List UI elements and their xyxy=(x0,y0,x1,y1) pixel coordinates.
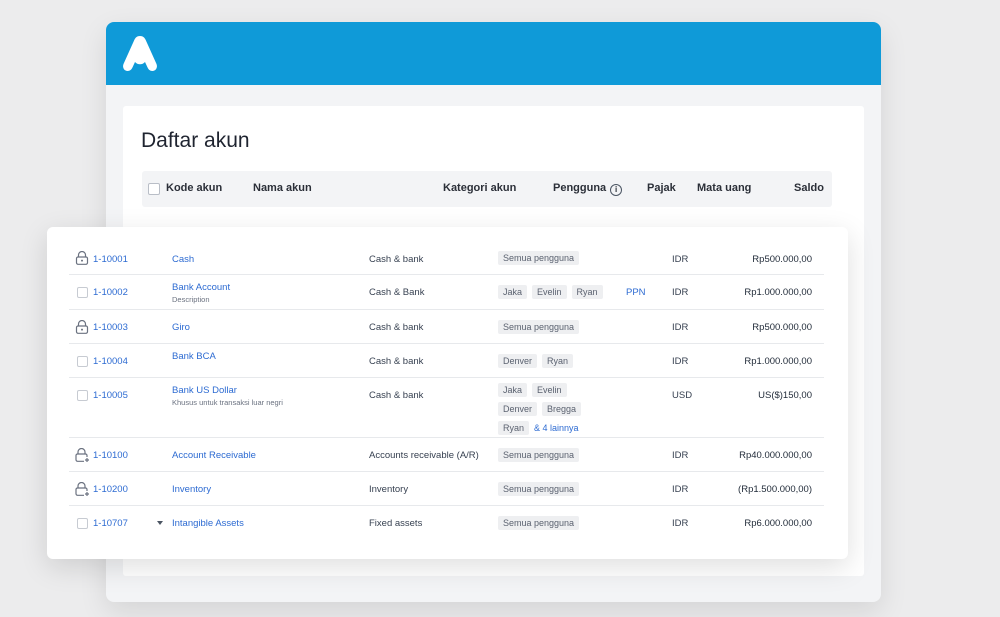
account-name[interactable]: Account Receivable xyxy=(172,450,256,461)
lock-plus-icon xyxy=(75,448,89,462)
user-tag: Semua pengguna xyxy=(498,516,580,530)
select-all-checkbox[interactable] xyxy=(148,183,160,195)
row-checkbox[interactable] xyxy=(77,518,88,529)
account-name[interactable]: Giro xyxy=(172,322,190,333)
account-name[interactable]: Cash xyxy=(172,254,194,265)
account-code[interactable]: 1-10005 xyxy=(93,390,128,401)
table-row[interactable]: 1-10200 Inventory Inventory Semua penggu… xyxy=(69,472,824,506)
accounts-table: 1-10001 Cash Cash & bank Semua pengguna … xyxy=(47,227,848,559)
account-tax[interactable]: PPN xyxy=(626,287,646,298)
account-currency: IDR xyxy=(672,518,689,529)
a-logo-icon[interactable] xyxy=(122,35,158,73)
account-category: Cash & bank xyxy=(369,254,424,265)
header-users-label: Pengguna xyxy=(553,182,607,194)
account-currency: IDR xyxy=(672,356,689,367)
account-code[interactable]: 1-10707 xyxy=(93,518,128,529)
table-row[interactable]: 1-10003 Giro Cash & bank Semua pengguna … xyxy=(69,310,824,344)
user-tag: Ryan xyxy=(498,421,530,435)
account-description: Khusus untuk transaksi luar negri xyxy=(172,398,283,407)
table-row[interactable]: 1-10002 Bank Account Description Cash & … xyxy=(69,275,824,310)
table-row[interactable]: 1-10004 Bank BCA Cash & bank Denver Ryan … xyxy=(69,344,824,378)
account-currency: IDR xyxy=(672,254,689,265)
account-category: Cash & Bank xyxy=(369,287,425,298)
user-tag: Bregga xyxy=(542,402,582,416)
account-balance: Rp500.000,00 xyxy=(752,322,812,333)
account-code[interactable]: 1-10200 xyxy=(93,484,128,495)
account-code[interactable]: 1-10003 xyxy=(93,322,128,333)
user-tag: Semua pengguna xyxy=(498,320,580,334)
user-tag: Ryan xyxy=(542,354,574,368)
row-checkbox[interactable] xyxy=(77,287,88,298)
account-category: Cash & bank xyxy=(369,322,424,333)
account-category: Cash & bank xyxy=(369,356,424,367)
table-row[interactable]: 1-10100 Account Receivable Accounts rece… xyxy=(69,438,824,472)
account-currency: USD xyxy=(672,390,693,401)
user-tags: Semua pengguna xyxy=(498,448,658,467)
account-category: Fixed assets xyxy=(369,518,423,529)
header-code[interactable]: Kode akun xyxy=(166,182,222,194)
account-description: Description xyxy=(172,295,210,304)
user-tags: Semua pengguna xyxy=(498,482,658,501)
row-checkbox[interactable] xyxy=(77,356,88,367)
user-tag: Semua pengguna xyxy=(498,482,580,496)
lock-icon xyxy=(75,320,89,334)
more-users-link[interactable]: & 4 lainnya xyxy=(534,423,579,433)
user-tag: Semua pengguna xyxy=(498,448,580,462)
account-balance: Rp1.000.000,00 xyxy=(744,356,812,367)
user-tags: Jaka Evelin Denver Bregga Ryan & 4 lainnya xyxy=(498,383,658,440)
header-balance[interactable]: Saldo xyxy=(794,182,824,194)
account-balance: Rp6.000.000,00 xyxy=(744,518,812,529)
user-tags: Semua pengguna xyxy=(498,320,658,339)
header-users[interactable]: Pengguna i xyxy=(553,182,623,196)
account-category: Accounts receivable (A/R) xyxy=(369,450,479,461)
header-name[interactable]: Nama akun xyxy=(253,182,312,194)
lock-icon xyxy=(75,251,89,265)
user-tag: Denver xyxy=(498,354,538,368)
account-code[interactable]: 1-10002 xyxy=(93,287,128,298)
user-tags: Denver Ryan xyxy=(498,354,658,373)
account-balance: US($)150,00 xyxy=(758,390,812,401)
account-code[interactable]: 1-10001 xyxy=(93,254,128,265)
account-currency: IDR xyxy=(672,322,689,333)
user-tags: Semua pengguna xyxy=(498,516,658,535)
user-tag: Semua pengguna xyxy=(498,251,580,265)
account-currency: IDR xyxy=(672,450,689,461)
info-icon[interactable]: i xyxy=(610,184,623,196)
account-balance: Rp1.000.000,00 xyxy=(744,287,812,298)
account-name[interactable]: Inventory xyxy=(172,484,211,495)
account-balance: Rp40.000.000,00 xyxy=(739,450,812,461)
account-name[interactable]: Intangible Assets xyxy=(172,518,244,529)
account-name[interactable]: Bank US Dollar xyxy=(172,385,237,396)
user-tag: Evelin xyxy=(532,285,567,299)
header-currency[interactable]: Mata uang xyxy=(697,182,751,194)
account-category: Inventory xyxy=(369,484,409,495)
account-balance: (Rp1.500.000,00) xyxy=(738,484,812,495)
row-checkbox[interactable] xyxy=(77,390,88,401)
user-tags: Semua pengguna xyxy=(498,251,658,270)
header-category[interactable]: Kategori akun xyxy=(443,182,516,194)
account-balance: Rp500.000,00 xyxy=(752,254,812,265)
table-row[interactable]: 1-10005 Bank US Dollar Khusus untuk tran… xyxy=(69,378,824,438)
account-name[interactable]: Bank Account xyxy=(172,282,230,293)
table-row[interactable]: 1-10707 Intangible Assets Fixed assets S… xyxy=(69,506,824,540)
header-tax[interactable]: Pajak xyxy=(647,182,676,194)
table-row[interactable]: 1-10001 Cash Cash & bank Semua pengguna … xyxy=(69,241,824,275)
table-header: Kode akun Nama akun Kategori akun Penggu… xyxy=(142,171,832,207)
page-title: Daftar akun xyxy=(141,129,250,152)
lock-plus-icon xyxy=(75,482,89,496)
account-name[interactable]: Bank BCA xyxy=(172,351,216,362)
user-tag: Jaka xyxy=(498,285,528,299)
account-code[interactable]: 1-10004 xyxy=(93,356,128,367)
user-tag: Ryan xyxy=(571,285,603,299)
account-code[interactable]: 1-10100 xyxy=(93,450,128,461)
account-currency: IDR xyxy=(672,287,689,298)
user-tag: Evelin xyxy=(532,383,567,397)
user-tag: Jaka xyxy=(498,383,528,397)
chevron-down-icon[interactable] xyxy=(157,521,163,525)
account-category: Cash & bank xyxy=(369,390,424,401)
account-currency: IDR xyxy=(672,484,689,495)
top-bar xyxy=(106,22,881,85)
user-tag: Denver xyxy=(498,402,538,416)
